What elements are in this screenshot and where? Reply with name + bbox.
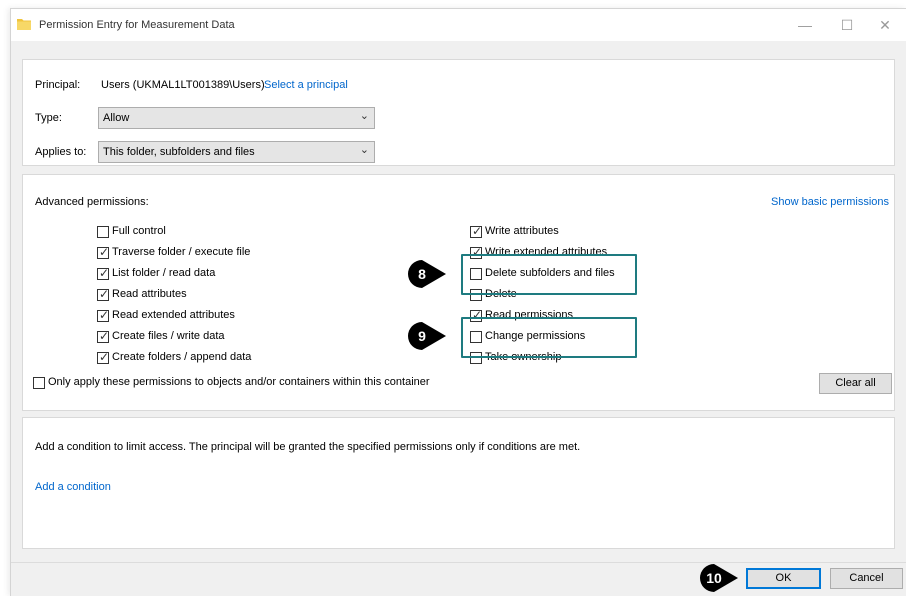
permission-label: Traverse folder / execute file xyxy=(112,246,251,258)
permission-label: Write attributes xyxy=(485,225,559,237)
advanced-permissions-panel: Advanced permissions: Show basic permiss… xyxy=(22,174,895,411)
window-title: Permission Entry for Measurement Data xyxy=(39,19,235,31)
checked-box-icon: ✓ xyxy=(97,287,110,301)
advanced-permissions-heading: Advanced permissions: xyxy=(35,196,149,208)
checkmark-icon: ✓ xyxy=(472,224,483,238)
checked-box-icon: ✓ xyxy=(97,266,110,280)
checkmark-icon: ✓ xyxy=(99,329,110,343)
applies-to-dropdown[interactable]: This folder, subfolders and files ⌄ xyxy=(98,141,375,163)
checked-box-icon: ✓ xyxy=(97,245,110,259)
checked-box-icon: ✓ xyxy=(97,329,110,343)
applies-to-dropdown-value: This folder, subfolders and files xyxy=(103,146,255,158)
type-dropdown-value: Allow xyxy=(103,112,130,124)
step-marker-8: 8 xyxy=(408,260,446,288)
checkmark-icon: ✓ xyxy=(99,287,110,301)
permission-label: Read extended attributes xyxy=(112,309,235,321)
step-number-9: 9 xyxy=(418,328,426,344)
dialog-footer: OK Cancel xyxy=(11,562,906,596)
close-button[interactable]: ✕ xyxy=(867,11,903,39)
step-marker-10: 10 xyxy=(700,564,738,592)
title-bar: Permission Entry for Measurement Data — … xyxy=(11,9,906,41)
permission-label: Read attributes xyxy=(112,288,187,300)
maximize-button[interactable]: ☐ xyxy=(829,11,865,39)
highlight-box-delete xyxy=(461,254,637,295)
step-number-8: 8 xyxy=(418,266,426,282)
ok-button[interactable]: OK xyxy=(746,568,821,589)
checkmark-icon: ✓ xyxy=(99,245,110,259)
checkmark-icon: ✓ xyxy=(99,308,110,322)
checkbox-box xyxy=(97,226,109,238)
applies-to-label: Applies to: xyxy=(35,146,87,158)
permission-label: Create files / write data xyxy=(112,330,225,342)
permission-label: Create folders / append data xyxy=(112,351,252,363)
checked-box-icon: ✓ xyxy=(97,308,110,322)
permission-label: Full control xyxy=(112,225,166,237)
checked-box-icon: ✓ xyxy=(470,224,483,238)
select-principal-link[interactable]: Select a principal xyxy=(264,79,348,91)
principal-panel: Principal: Users (UKMAL1LT001389\Users) … xyxy=(22,59,895,166)
permission-entry-window: Permission Entry for Measurement Data — … xyxy=(10,8,906,596)
condition-panel: Add a condition to limit access. The pri… xyxy=(22,417,895,549)
checkbox-box xyxy=(33,377,45,389)
clear-all-button[interactable]: Clear all xyxy=(819,373,892,394)
highlight-box-ownership xyxy=(461,317,637,358)
checkmark-icon: ✓ xyxy=(99,266,110,280)
add-condition-link[interactable]: Add a condition xyxy=(35,481,111,493)
step-marker-9: 9 xyxy=(408,322,446,350)
principal-value: Users (UKMAL1LT001389\Users) xyxy=(101,79,265,91)
step-number-10: 10 xyxy=(706,570,722,586)
show-basic-permissions-link[interactable]: Show basic permissions xyxy=(771,196,889,208)
chevron-down-icon: ⌄ xyxy=(359,110,369,122)
type-dropdown[interactable]: Allow ⌄ xyxy=(98,107,375,129)
chevron-down-icon: ⌄ xyxy=(359,144,369,156)
cancel-button[interactable]: Cancel xyxy=(830,568,903,589)
type-label: Type: xyxy=(35,112,62,124)
only-apply-label: Only apply these permissions to objects … xyxy=(48,376,430,388)
principal-label: Principal: xyxy=(35,79,81,91)
permission-label: List folder / read data xyxy=(112,267,216,279)
checkmark-icon: ✓ xyxy=(99,350,110,364)
folder-icon xyxy=(16,17,32,31)
condition-description: Add a condition to limit access. The pri… xyxy=(35,441,581,453)
minimize-button[interactable]: — xyxy=(787,11,823,39)
checked-box-icon: ✓ xyxy=(97,350,110,364)
